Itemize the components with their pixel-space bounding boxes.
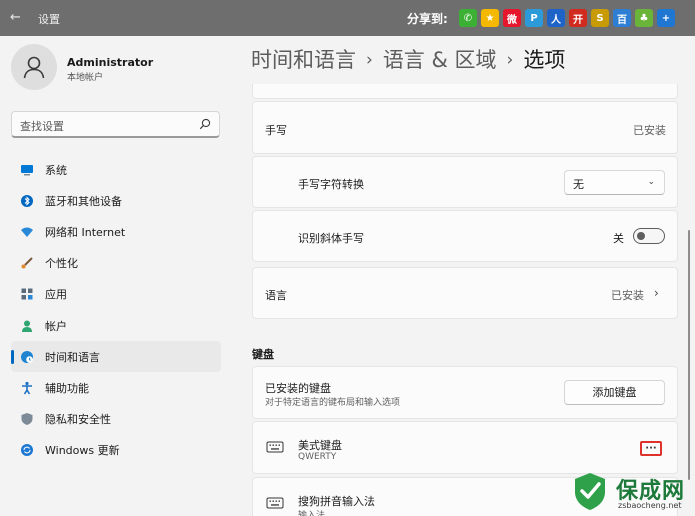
- breadcrumb-language-region[interactable]: 语言 & 区域: [383, 48, 497, 72]
- speech-status: 已安装: [611, 289, 644, 302]
- sidebar-item[interactable]: 网络和 Internet: [11, 216, 221, 247]
- sidebar-item-label: 帐户: [45, 319, 67, 333]
- handwriting-status: 已安装: [633, 124, 666, 137]
- handwriting-convert-dropdown[interactable]: 无 ⌄: [564, 170, 665, 195]
- sidebar-item-label: 时间和语言: [45, 350, 100, 364]
- italic-recognition-label: 识别斜体手写: [298, 232, 364, 245]
- clipped-card: [252, 84, 678, 99]
- keyboard-item-sub: 输入法: [298, 511, 326, 516]
- sidebar-item-label: 蓝牙和其他设备: [45, 194, 122, 208]
- sidebar-item[interactable]: 时间和语言: [11, 341, 221, 373]
- installed-keyboards-desc: 对于特定语言的键布局和输入选项: [265, 398, 401, 408]
- kaixin-icon[interactable]: 开: [569, 9, 587, 27]
- person-icon: [20, 319, 34, 333]
- user-name: Administrator: [67, 56, 154, 69]
- toggle-knob: [637, 232, 645, 240]
- sidebar-item[interactable]: 隐私和安全性: [11, 404, 221, 435]
- italic-recognition-row: 识别斜体手写 关: [252, 210, 678, 262]
- more-options-button[interactable]: ···: [640, 441, 662, 456]
- italic-recognition-toggle[interactable]: [633, 228, 665, 244]
- scrollbar[interactable]: [688, 230, 690, 480]
- wechat-icon[interactable]: ✆: [459, 9, 477, 27]
- keyboard-item-name: 美式键盘: [298, 439, 342, 452]
- sync-icon: [20, 443, 34, 457]
- keyboard-item-name: 搜狗拼音输入法: [298, 495, 375, 508]
- dropdown-value: 无: [573, 178, 584, 191]
- weibo-icon[interactable]: 微: [503, 9, 521, 27]
- installed-keyboards-title: 已安装的键盘: [265, 382, 331, 395]
- shield-icon: [20, 412, 34, 426]
- sidebar-item-label: 系统: [45, 163, 67, 177]
- window-title: 设置: [38, 13, 60, 26]
- sidebar-item-label: 隐私和安全性: [45, 413, 111, 427]
- accessibility-icon: [20, 381, 34, 395]
- chevron-down-icon: ⌄: [647, 177, 655, 187]
- account-type: 本地帐户: [67, 73, 104, 83]
- search-input[interactable]: 查找设置: [11, 111, 220, 138]
- handwriting-title: 手写: [265, 124, 287, 137]
- breadcrumb-separator: ›: [366, 50, 373, 70]
- sidebar-item-label: 网络和 Internet: [45, 225, 126, 239]
- toggle-state-label: 关: [613, 232, 624, 245]
- sidebar-nav: 系统蓝牙和其他设备 网络和 Internet 个性化应用帐户时间和语言辅助功能隐私和…: [11, 154, 221, 466]
- breadcrumb-time-language[interactable]: 时间和语言: [251, 48, 356, 72]
- sidebar-item[interactable]: Windows 更新: [11, 435, 221, 466]
- sidebar-item[interactable]: 蓝牙和其他设备: [11, 185, 221, 216]
- keyboard-section-title: 键盘: [252, 348, 274, 361]
- baidu-icon[interactable]: 百: [613, 9, 631, 27]
- sidebar-item-label: 个性化: [45, 257, 78, 271]
- title-bar: ← 设置 分享到: ✆ ★ 微 P 人开 S 百 ♣ +: [0, 0, 695, 36]
- share-icons: ✆ ★ 微 P 人开 S 百 ♣ +: [459, 9, 675, 27]
- douban-icon[interactable]: S: [591, 9, 609, 27]
- more-share-icon[interactable]: +: [657, 9, 675, 27]
- speech-card[interactable]: 语言 已安装: [252, 267, 678, 319]
- person-icon: [23, 56, 45, 79]
- avatar[interactable]: [11, 44, 57, 90]
- renren-icon[interactable]: 人: [547, 9, 565, 27]
- breadcrumb-current: 选项: [523, 48, 566, 72]
- sidebar-item[interactable]: 应用: [11, 279, 221, 310]
- sidebar-item-label: 辅助功能: [45, 381, 89, 395]
- sidebar-item[interactable]: 个性化: [11, 248, 221, 279]
- bluetooth-icon: [20, 194, 34, 208]
- clover-icon[interactable]: ♣: [635, 9, 653, 27]
- share-label: 分享到:: [407, 12, 448, 26]
- watermark-url: zsbaocheng.net: [618, 501, 682, 510]
- monitor-icon: [20, 163, 34, 177]
- breadcrumb-separator: ›: [506, 50, 514, 70]
- wifi-icon: [20, 225, 34, 239]
- chevron-right-icon: ›: [654, 286, 659, 300]
- apps-icon: [20, 287, 34, 301]
- qzone-icon[interactable]: ★: [481, 9, 499, 27]
- sidebar-item[interactable]: 系统: [11, 154, 221, 185]
- keyboard-icon: [266, 441, 284, 453]
- tencent-weibo-icon[interactable]: P: [525, 9, 543, 27]
- clock-globe-icon: [20, 350, 34, 364]
- brush-icon: [20, 256, 34, 270]
- watermark-logo: [575, 473, 605, 510]
- keyboard-item-sub: QWERTY: [298, 452, 337, 462]
- speech-title: 语言: [265, 289, 287, 302]
- add-keyboard-button[interactable]: 添加键盘: [564, 380, 665, 405]
- search-placeholder: 查找设置: [20, 120, 64, 133]
- sidebar-item[interactable]: 辅助功能: [11, 372, 221, 403]
- breadcrumb: 时间和语言 › 语言 & 区域 › 选项: [251, 44, 565, 74]
- handwriting-card[interactable]: 手写 已安装: [252, 101, 678, 154]
- watermark: 保成网 zsbaocheng.net: [566, 467, 695, 516]
- sidebar-item-label: Windows 更新: [45, 444, 120, 458]
- sidebar-item[interactable]: 帐户: [11, 310, 221, 341]
- sidebar-item-label: 应用: [45, 288, 67, 302]
- back-button[interactable]: ←: [10, 10, 26, 26]
- keyboard-icon: [266, 497, 284, 509]
- handwriting-convert-label: 手写字符转换: [298, 178, 364, 191]
- search-icon[interactable]: [199, 118, 211, 130]
